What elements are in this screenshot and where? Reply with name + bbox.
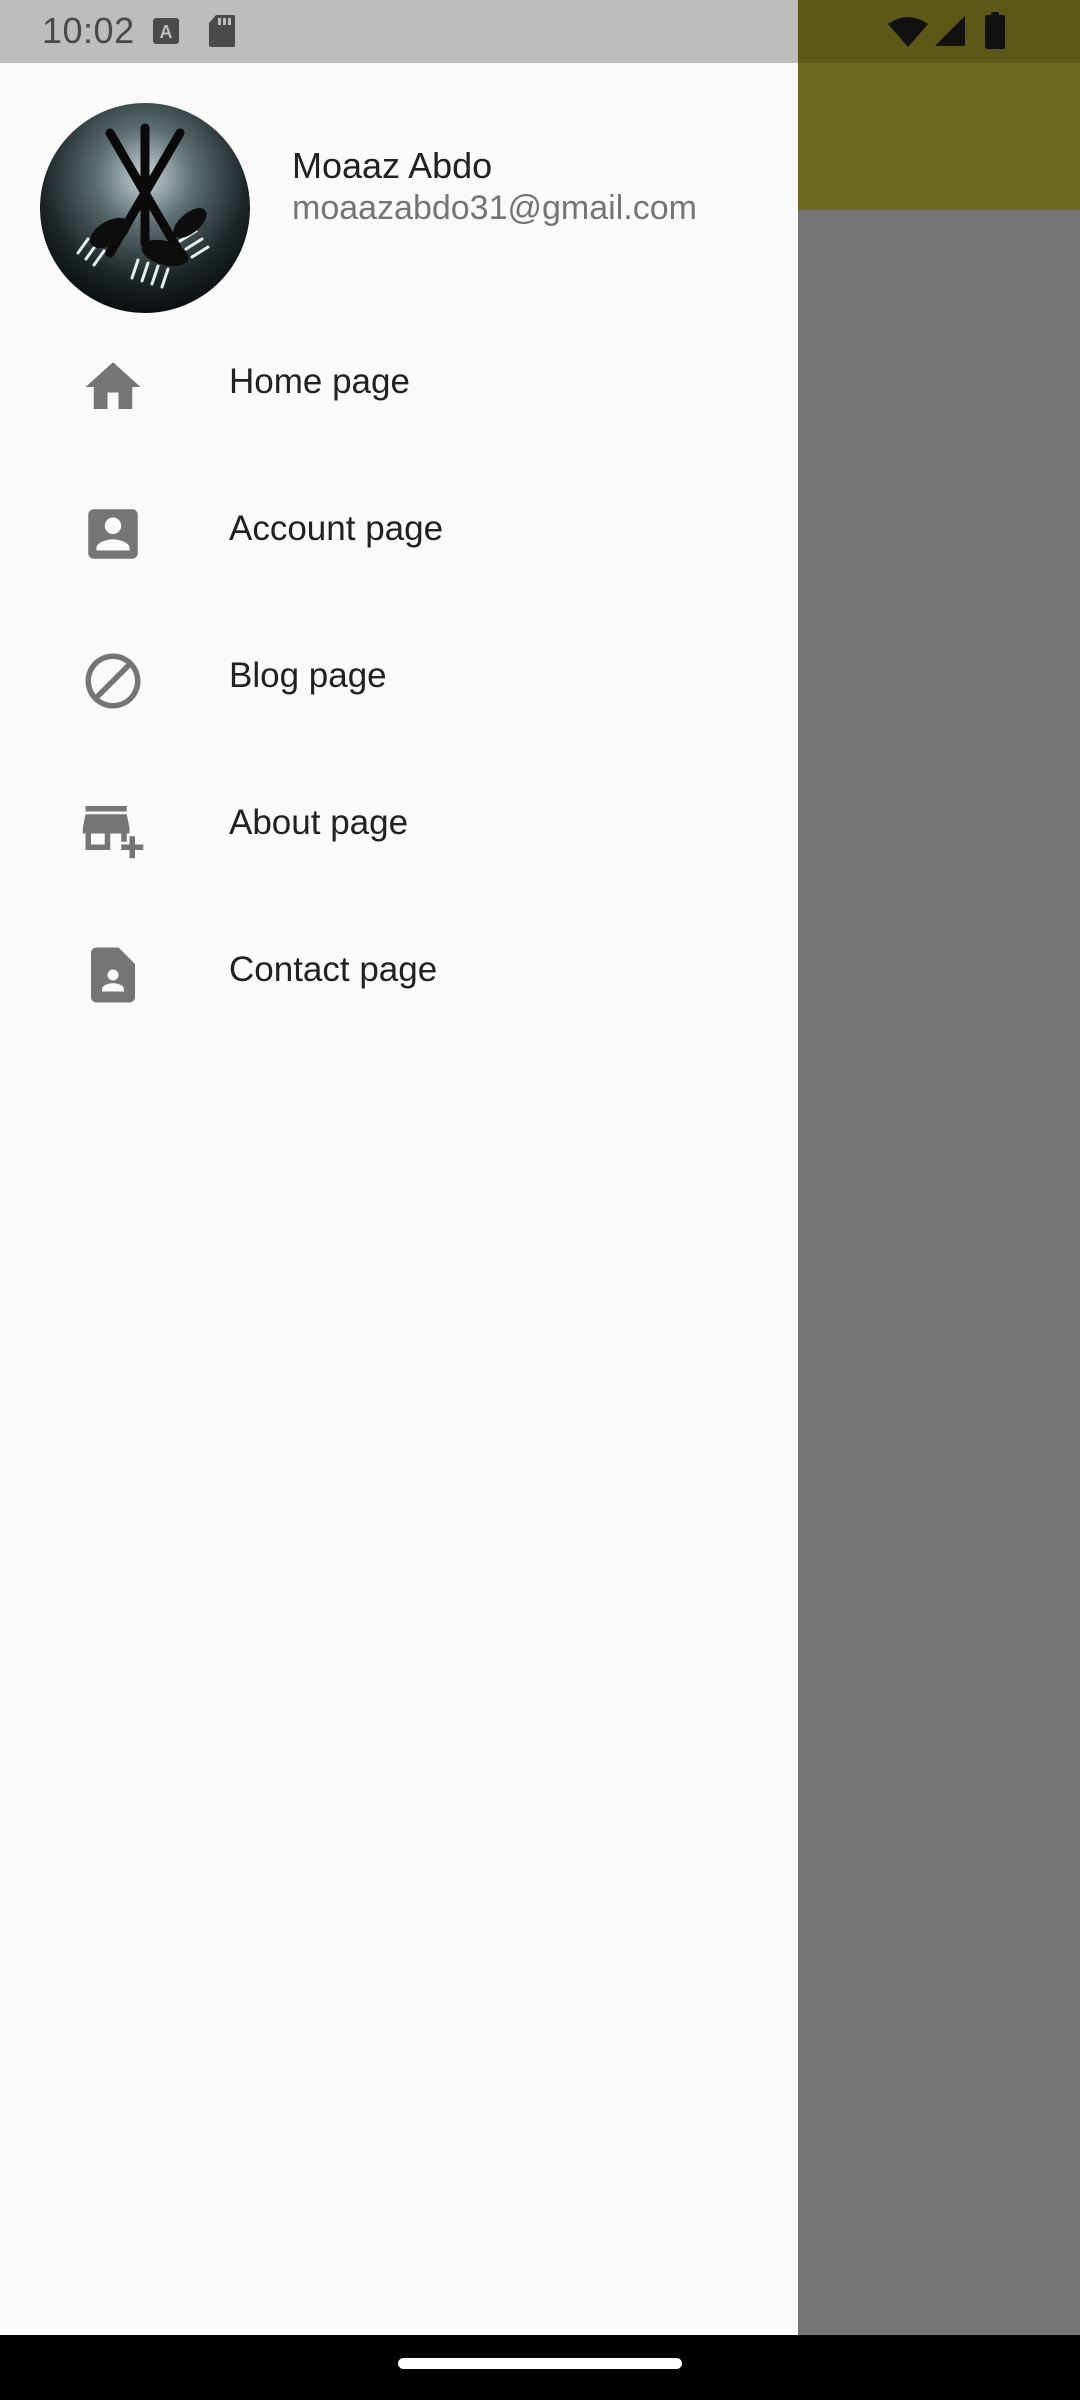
add-business-icon	[82, 806, 144, 859]
block-icon	[85, 653, 141, 709]
wifi-icon	[888, 17, 928, 47]
user-email: moaazabdo31@gmail.com	[292, 189, 697, 227]
avatar-forks-image	[40, 103, 250, 313]
user-avatar[interactable]	[40, 103, 250, 313]
menu-item-label: Home page	[229, 362, 410, 401]
text-a-icon: A	[153, 18, 179, 44]
battery-icon	[985, 12, 1005, 49]
status-time: 10:02	[42, 10, 135, 51]
svg-text:A: A	[160, 22, 173, 42]
system-navigation-bar	[0, 2335, 1080, 2400]
signal-icon	[935, 16, 965, 46]
menu-item-blog[interactable]: Blog page	[0, 604, 798, 751]
home-icon	[85, 362, 141, 409]
menu-item-contact[interactable]: Contact page	[0, 898, 798, 1045]
home-gesture-handle[interactable]	[398, 2358, 682, 2369]
account-box-icon	[88, 509, 138, 559]
navigation-drawer: Moaaz Abdo moaazabdo31@gmail.com Home pa…	[0, 63, 798, 2335]
menu-item-home[interactable]: Home page	[0, 310, 798, 457]
menu-item-about[interactable]: About page	[0, 751, 798, 898]
contact-page-icon	[91, 947, 135, 1003]
status-bar: 10:02 A	[0, 0, 1080, 63]
menu-item-account[interactable]: Account page	[0, 457, 798, 604]
user-name: Moaaz Abdo	[292, 145, 493, 186]
menu-item-label: Contact page	[229, 950, 438, 989]
menu-item-label: About page	[229, 803, 409, 842]
sd-card-icon	[209, 15, 235, 47]
menu-item-label: Account page	[229, 509, 444, 548]
menu-item-label: Blog page	[229, 656, 387, 695]
